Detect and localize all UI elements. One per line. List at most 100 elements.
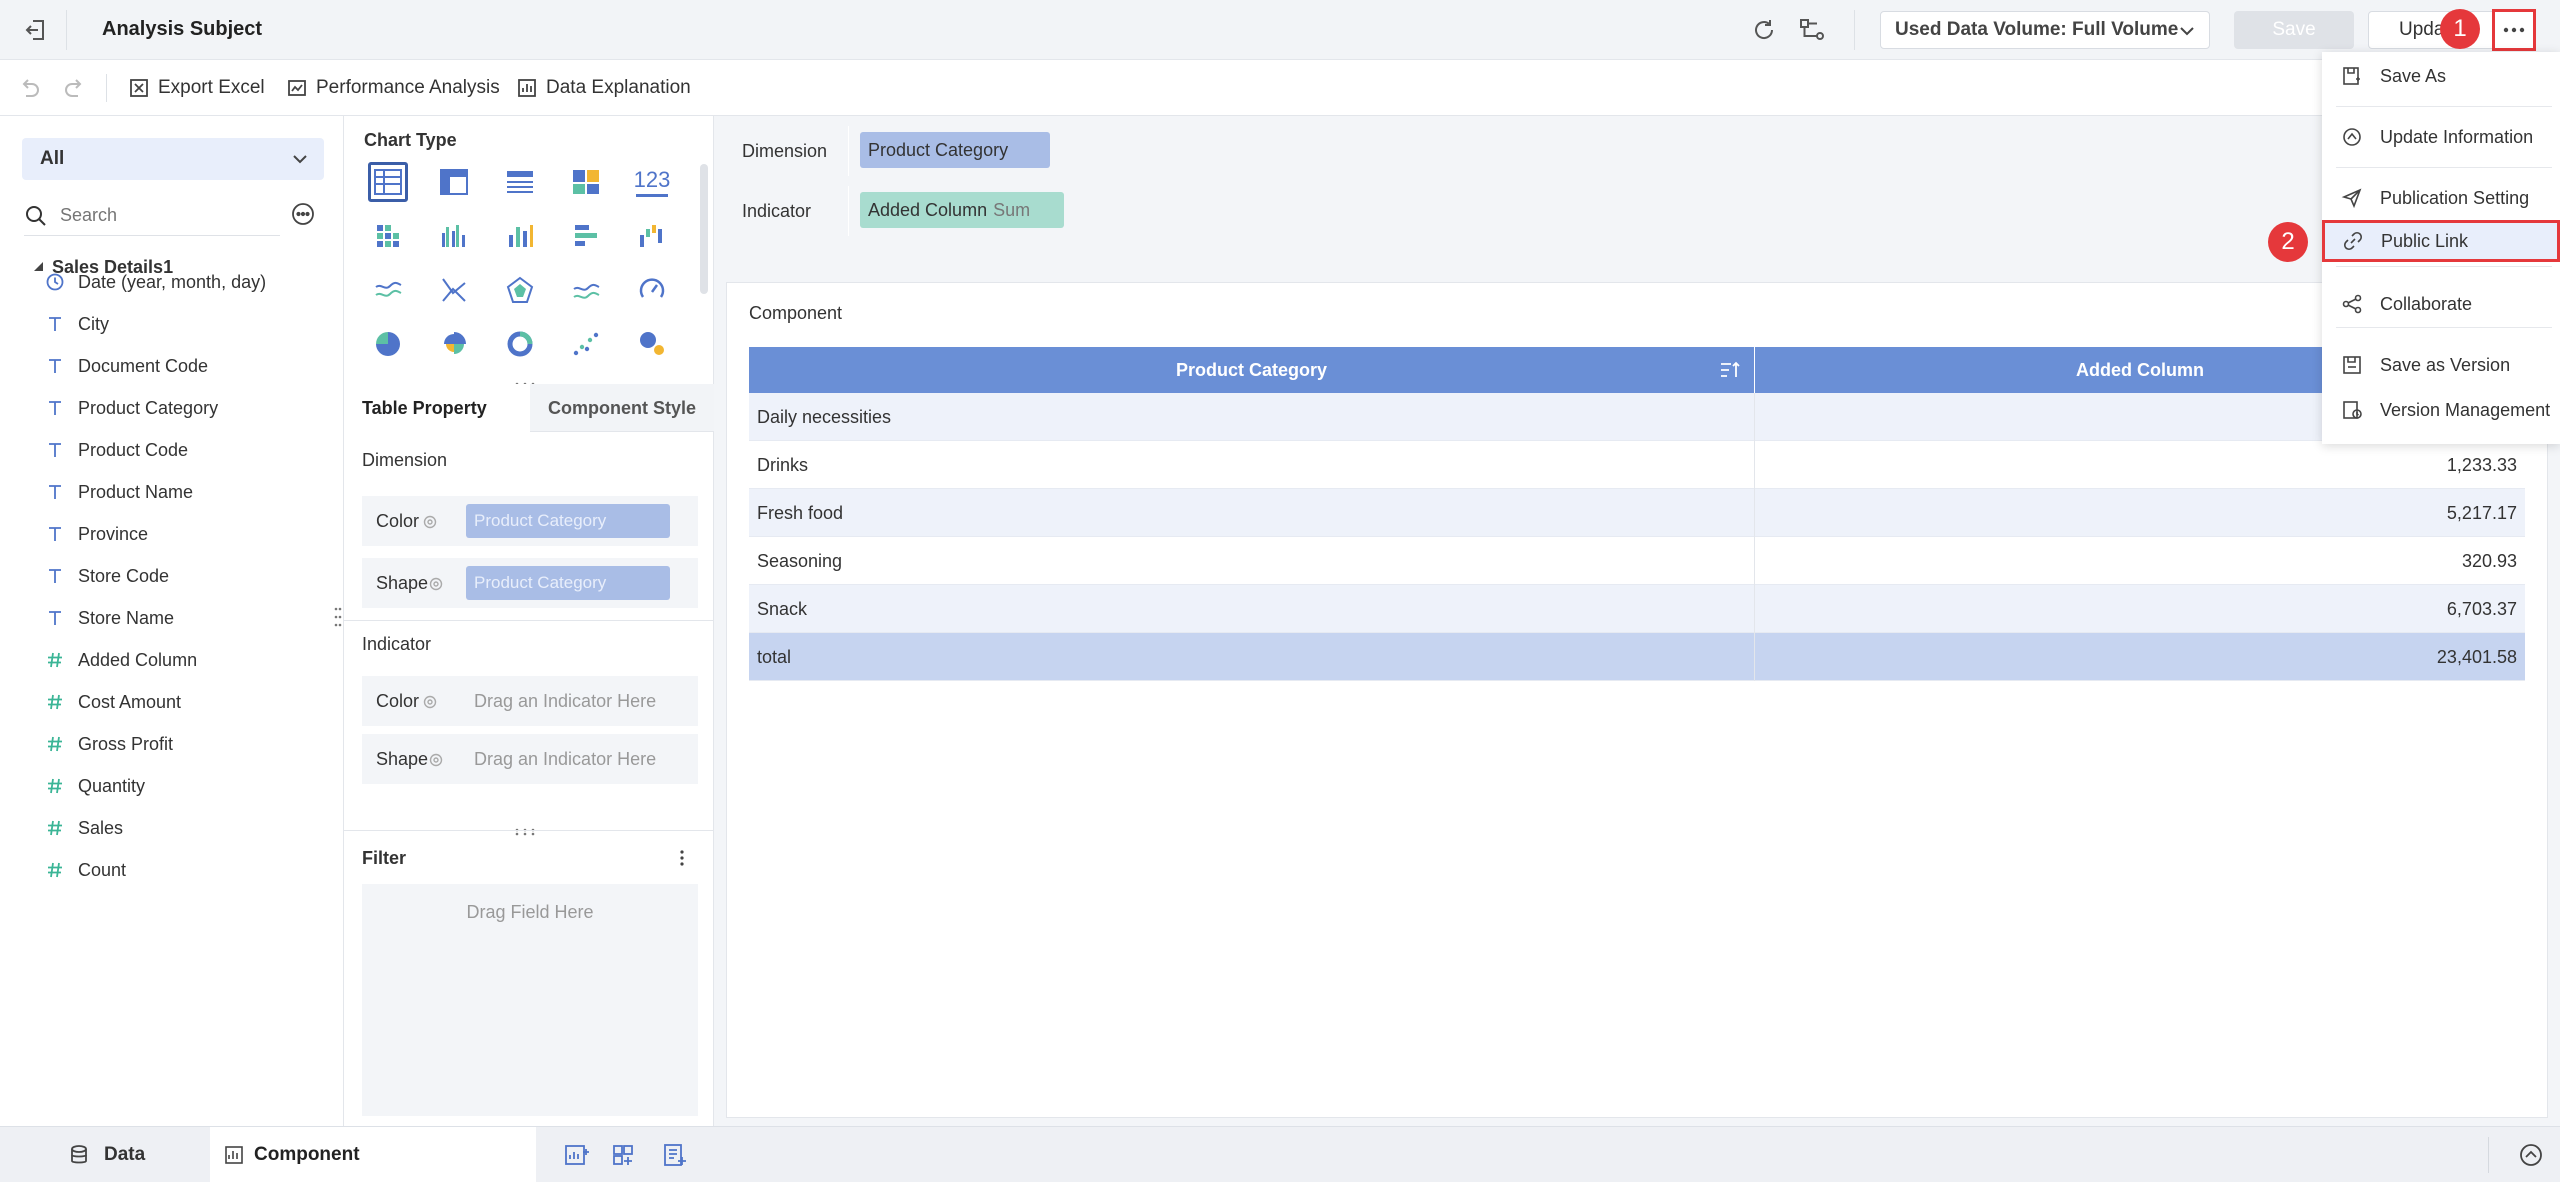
add-report-icon[interactable] [662, 1143, 688, 1167]
detail-table-icon[interactable] [500, 162, 540, 202]
dimension-color-chip[interactable]: Product Category [466, 504, 670, 538]
field-item[interactable]: Document Code [40, 345, 208, 387]
resize-handle[interactable] [514, 820, 536, 842]
table-header-cell[interactable]: Product Category [749, 347, 1755, 393]
gear-icon[interactable] [428, 752, 444, 768]
menu-item-update-information[interactable]: Update Information [2324, 114, 2560, 160]
scatter-chart-icon[interactable] [566, 324, 606, 364]
performance-analysis-button[interactable]: Performance Analysis [286, 74, 500, 102]
scrollbar[interactable] [700, 164, 708, 294]
indicator-drop-zone[interactable]: Drag an Indicator Here [474, 691, 656, 712]
heat-grid-chart-icon[interactable] [368, 216, 408, 256]
field-item[interactable]: Count [40, 849, 126, 891]
gear-icon[interactable] [428, 576, 444, 592]
bubble-chart-icon[interactable] [632, 324, 672, 364]
dimension-section-title: Dimension [362, 450, 448, 470]
horizontal-bar-chart-icon[interactable] [566, 216, 606, 256]
redo-icon[interactable] [62, 76, 88, 102]
field-item[interactable]: Sales [40, 807, 123, 849]
dataset-selector[interactable]: All [22, 138, 324, 180]
divider [848, 186, 849, 236]
search-box[interactable] [24, 196, 280, 236]
field-item-label: Product Category [78, 397, 219, 418]
field-item[interactable]: City [40, 303, 109, 345]
component-tab[interactable]: Component [210, 1127, 536, 1182]
radar-line-chart-icon[interactable] [434, 270, 474, 310]
menu-item-public-link[interactable]: Public Link [2322, 220, 2560, 262]
line-chart-icon[interactable] [368, 270, 408, 310]
data-tab[interactable]: Data [0, 1127, 210, 1182]
menu-item-publication-setting[interactable]: Publication Setting [2324, 175, 2560, 221]
field-item[interactable]: Store Code [40, 555, 169, 597]
text-type-icon [40, 524, 70, 544]
field-item[interactable]: Province [40, 513, 148, 555]
gear-icon[interactable] [422, 514, 438, 530]
collapse-up-icon[interactable] [2518, 1142, 2544, 1168]
menu-item-collaborate[interactable]: Collaborate [2324, 281, 2560, 327]
field-item[interactable]: Gross Profit [40, 723, 173, 765]
grouped-table-icon[interactable] [566, 162, 606, 202]
field-item-label: Count [78, 859, 127, 880]
add-component-icon[interactable] [564, 1143, 590, 1167]
cross-table-icon[interactable] [434, 162, 474, 202]
field-item-label: Province [78, 523, 149, 544]
indicator-drop-zone[interactable]: Drag an Indicator Here [474, 749, 656, 770]
sort-icon[interactable] [1719, 360, 1741, 380]
menu-item-label: Update Information [2380, 126, 2534, 147]
more-circle-icon[interactable] [290, 201, 316, 227]
bar-chart-icon[interactable] [500, 216, 540, 256]
radar-chart-icon[interactable] [500, 270, 540, 310]
table-chart-icon[interactable] [368, 162, 408, 202]
field-item[interactable]: Quantity [40, 765, 145, 807]
undo-icon[interactable] [16, 76, 42, 102]
data-explanation-button[interactable]: Data Explanation [516, 74, 691, 102]
indicator-bar-label: Indicator [742, 201, 812, 221]
field-item[interactable]: Added Column [40, 639, 197, 681]
grouped-bar-chart-icon[interactable] [434, 216, 474, 256]
dimension-shape-chip[interactable]: Product Category [466, 566, 670, 600]
menu-item-save-as-version[interactable]: Save as Version [2324, 342, 2560, 388]
filter-title: Filter [362, 848, 407, 868]
export-excel-button[interactable]: Export Excel [128, 74, 265, 102]
field-item[interactable]: Product Category [40, 387, 218, 429]
excel-icon [128, 77, 150, 99]
tab-component-style[interactable]: Component Style [530, 384, 714, 432]
tab-table-property[interactable]: Table Property [344, 384, 530, 432]
kebab-icon[interactable] [674, 848, 690, 868]
dimension-chip[interactable]: Product Category [860, 132, 1050, 168]
waterfall-chart-icon[interactable] [632, 216, 672, 256]
field-item[interactable]: Product Name [40, 471, 193, 513]
field-item[interactable]: Store Name [40, 597, 174, 639]
data-table: Product Category Added Column Daily necess… [749, 347, 2525, 681]
rose-chart-icon[interactable] [434, 324, 474, 364]
area-chart-icon[interactable] [566, 270, 606, 310]
filter-drop-zone[interactable]: Drag Field Here [362, 884, 698, 1116]
gear-icon[interactable] [422, 694, 438, 710]
number-card-icon[interactable]: 123 [632, 162, 672, 202]
field-item-label: City [78, 313, 109, 334]
field-item[interactable]: Date (year, month, day) [40, 261, 266, 303]
menu-item-save-as[interactable]: Save As [2324, 53, 2560, 99]
add-dashboard-icon[interactable] [612, 1143, 638, 1167]
more-options-button[interactable] [2492, 9, 2536, 51]
update-button[interactable]: Upda [2368, 11, 2508, 49]
refresh-icon[interactable] [1750, 16, 1778, 44]
pie-chart-icon[interactable] [368, 324, 408, 364]
search-input[interactable] [60, 205, 250, 226]
field-item[interactable]: Cost Amount [40, 681, 181, 723]
resize-handle[interactable] [334, 606, 342, 634]
exit-icon[interactable] [22, 16, 50, 44]
lineage-icon[interactable] [1798, 16, 1826, 44]
donut-chart-icon[interactable] [500, 324, 540, 364]
data-volume-select[interactable]: Used Data Volume: Full Volume [1880, 11, 2210, 49]
menu-item-version-management[interactable]: Version Management [2324, 387, 2560, 433]
config-panel: Chart Type 123 Table Property Component … [344, 116, 714, 1126]
indicator-chip[interactable]: Added Column Sum [860, 192, 1064, 228]
top-bar: Analysis Subject Used Data Volume: Full … [0, 0, 2560, 60]
database-icon [68, 1144, 90, 1166]
gauge-chart-icon[interactable] [632, 270, 672, 310]
field-item[interactable]: Product Code [40, 429, 188, 471]
component-card: Component Product Category Added Column Da… [726, 282, 2548, 1118]
save-button[interactable]: Save [2234, 11, 2354, 49]
number-type-icon [40, 734, 70, 754]
